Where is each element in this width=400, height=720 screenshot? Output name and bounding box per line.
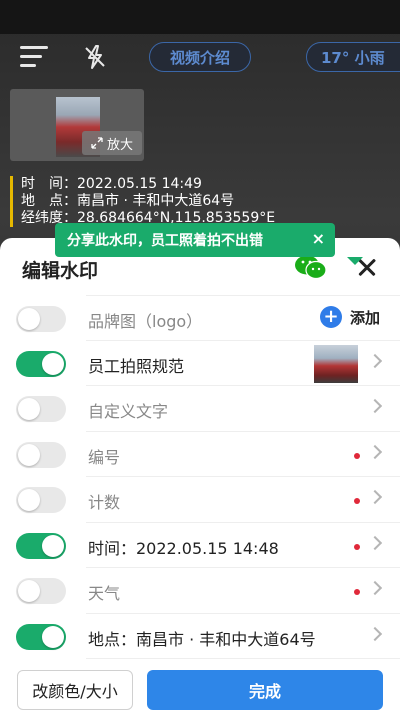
- row-weather[interactable]: 天气: [16, 568, 400, 614]
- wechat-share-icon[interactable]: [294, 254, 328, 280]
- chevron-right-icon: [367, 580, 383, 596]
- row-photo-guide[interactable]: 员工拍照规范: [16, 341, 400, 386]
- done-button[interactable]: 完成: [147, 670, 383, 710]
- zoom-button[interactable]: 放大: [82, 131, 142, 155]
- chevron-right-icon: [367, 353, 383, 368]
- chevron-right-icon: [367, 489, 383, 505]
- row-time[interactable]: 时间：2022.05.15 14:48: [16, 523, 400, 568]
- toggle-location[interactable]: [16, 623, 66, 650]
- toggle-count[interactable]: [16, 487, 66, 513]
- add-label: 添加: [349, 308, 380, 327]
- row-label: 品牌图（logo）: [88, 312, 203, 331]
- chevron-right-icon: [367, 444, 383, 459]
- row-label: 计数: [88, 493, 121, 512]
- watermark-time: 时 间：2022.05.15 14:49: [21, 176, 202, 192]
- toggle-weather[interactable]: [16, 578, 66, 604]
- edit-watermark-sheet: 编辑水印 品牌图（logo） + 添加 员工拍照规范 自定义文字 编号 计数 时…: [0, 238, 400, 720]
- row-label: 地点：南昌市 · 丰和中大道64号: [88, 629, 316, 649]
- watermark-overlay: 时 间：2022.05.15 14:49 地 点：南昌市 · 丰和中大道64号 …: [10, 176, 390, 227]
- camera-toolbar: 视频介绍 17° 小雨: [0, 36, 400, 80]
- row-label: 员工拍照规范: [88, 356, 185, 376]
- new-dot: [354, 498, 360, 504]
- zoom-label: 放大: [106, 137, 133, 153]
- tooltip-close-icon[interactable]: ×: [312, 229, 325, 248]
- menu-icon[interactable]: [20, 46, 48, 68]
- weather-button[interactable]: 17° 小雨: [306, 42, 400, 72]
- guide-thumbnail: [314, 344, 358, 383]
- chevron-right-icon: [367, 535, 383, 550]
- tooltip-text: 分享此水印，员工照着拍不出错: [67, 233, 263, 249]
- row-label: 自定义文字: [88, 402, 169, 421]
- video-intro-button[interactable]: 视频介绍: [149, 42, 251, 72]
- flash-off-icon[interactable]: [80, 42, 110, 72]
- new-dot: [354, 589, 360, 595]
- add-logo-button[interactable]: + 添加: [319, 306, 380, 328]
- new-dot: [354, 452, 360, 459]
- toggle-photo-guide[interactable]: [16, 350, 66, 377]
- tooltip-arrow: [347, 257, 363, 265]
- share-tooltip: 分享此水印，员工照着拍不出错 ×: [55, 223, 363, 265]
- watermark-place: 地 点：南昌市 · 丰和中大道64号: [21, 193, 235, 209]
- toggle-time[interactable]: [16, 532, 66, 559]
- row-label: 编号: [88, 447, 121, 467]
- watermark-options-list: 品牌图（logo） + 添加 员工拍照规范 自定义文字 编号 计数 时间：202…: [0, 295, 400, 659]
- row-count[interactable]: 计数: [16, 477, 400, 523]
- status-bar: [0, 0, 400, 34]
- change-color-size-button[interactable]: 改颜色/大小: [17, 670, 133, 710]
- new-dot: [354, 543, 360, 550]
- row-location[interactable]: 地点：南昌市 · 丰和中大道64号: [16, 614, 400, 659]
- row-number[interactable]: 编号: [16, 432, 400, 477]
- toggle-number[interactable]: [16, 441, 66, 468]
- chevron-right-icon: [367, 626, 383, 641]
- row-custom-text[interactable]: 自定义文字: [16, 386, 400, 432]
- expand-icon: [91, 137, 103, 149]
- last-photo-thumbnail[interactable]: 放大: [10, 89, 144, 161]
- row-label: 时间：2022.05.15 14:48: [88, 538, 279, 558]
- toggle-custom-text[interactable]: [16, 396, 66, 422]
- add-icon: +: [319, 306, 342, 328]
- toggle-brand-logo[interactable]: [16, 306, 66, 332]
- sheet-title: 编辑水印: [22, 260, 99, 282]
- row-label: 天气: [88, 584, 121, 603]
- chevron-right-icon: [367, 398, 383, 414]
- row-brand-logo[interactable]: 品牌图（logo） + 添加: [16, 295, 400, 341]
